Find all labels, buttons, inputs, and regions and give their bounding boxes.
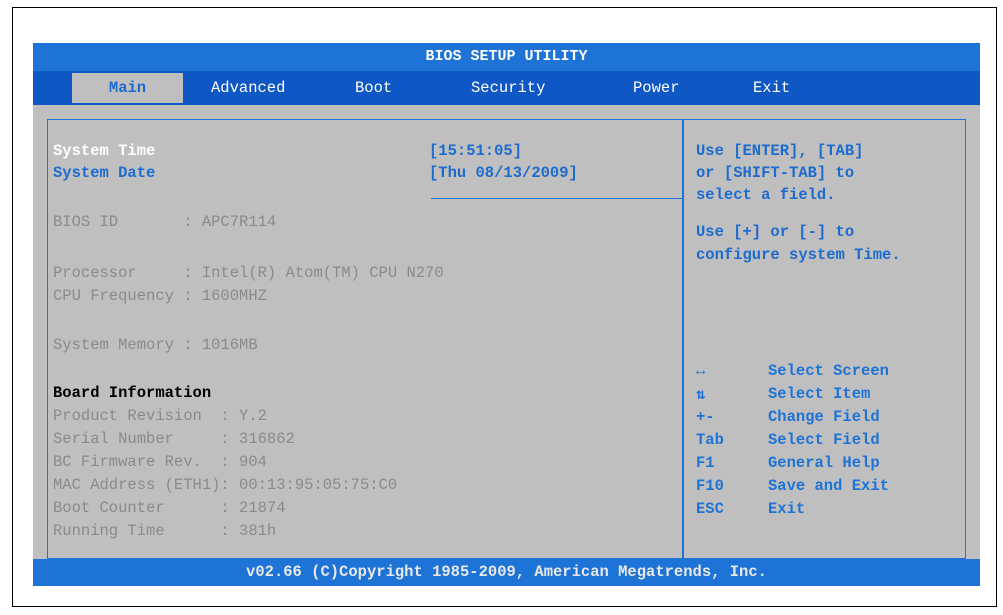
- key-desc-change-field: Change Field: [768, 408, 880, 426]
- footer-bar: v02.66 (C)Copyright 1985-2009, American …: [33, 559, 980, 586]
- tab-advanced[interactable]: Advanced: [211, 73, 285, 103]
- key-plus-minus: +-: [696, 408, 715, 426]
- tab-main[interactable]: Main: [72, 73, 183, 103]
- product-revision-row: Product Revision : Y.2: [53, 407, 267, 425]
- bc-firmware-row: BC Firmware Rev. : 904: [53, 453, 267, 471]
- key-esc: ESC: [696, 500, 724, 518]
- system-time-label[interactable]: System Time: [53, 142, 155, 160]
- tab-boot[interactable]: Boot: [355, 73, 392, 103]
- help-line: configure system Time.: [696, 246, 901, 264]
- cpu-frequency-row: CPU Frequency : 1600MHZ: [53, 287, 267, 305]
- key-f1: F1: [696, 454, 715, 472]
- processor-row: Processor : Intel(R) Atom(TM) CPU N270: [53, 264, 444, 282]
- key-desc-exit: Exit: [768, 500, 806, 518]
- key-f10: F10: [696, 477, 724, 495]
- left-right-arrow-icon: ↔: [696, 362, 706, 380]
- help-line: Use [+] or [-] to: [696, 223, 855, 241]
- title-bar: BIOS SETUP UTILITY: [33, 43, 980, 71]
- key-tab: Tab: [696, 431, 724, 449]
- up-down-arrow-icon: ⇅: [696, 386, 706, 404]
- bios-setup-window: BIOS SETUP UTILITY Main Advanced Boot Se…: [33, 43, 980, 586]
- help-line: select a field.: [696, 186, 836, 204]
- copyright-text: v02.66 (C)Copyright 1985-2009, American …: [246, 563, 767, 581]
- tab-security[interactable]: Security: [471, 73, 545, 103]
- mac-address-row: MAC Address (ETH1): 00:13:95:05:75:C0: [53, 476, 398, 494]
- system-memory-row: System Memory : 1016MB: [53, 336, 258, 354]
- system-date-label[interactable]: System Date: [53, 164, 155, 182]
- tab-power[interactable]: Power: [633, 73, 680, 103]
- board-information-heading: Board Information: [53, 384, 212, 402]
- system-date-value[interactable]: [Thu 08/13/2009]: [429, 164, 578, 182]
- tab-exit[interactable]: Exit: [753, 73, 790, 103]
- system-time-value[interactable]: [15:51:05]: [429, 142, 522, 160]
- key-desc-select-field: Select Field: [768, 431, 880, 449]
- help-line: or [SHIFT-TAB] to: [696, 164, 855, 182]
- help-line: Use [ENTER], [TAB]: [696, 142, 864, 160]
- boot-counter-row: Boot Counter : 21874: [53, 499, 286, 517]
- help-panel: Use [ENTER], [TAB] or [SHIFT-TAB] to sel…: [683, 119, 966, 559]
- key-desc-select-screen: Select Screen: [768, 362, 889, 380]
- bios-id-row: BIOS ID : APC7R114: [53, 213, 277, 231]
- main-panel: System Time [15:51:05] System Date [Thu …: [47, 119, 683, 559]
- key-desc-select-item: Select Item: [768, 385, 871, 403]
- serial-number-row: Serial Number : 316862: [53, 430, 295, 448]
- separator-line: [431, 198, 683, 199]
- tab-bar: Main Advanced Boot Security Power Exit: [33, 71, 980, 105]
- key-desc-general-help: General Help: [768, 454, 880, 472]
- running-time-row: Running Time : 381h: [53, 522, 277, 540]
- key-desc-save-and-exit: Save and Exit: [768, 477, 889, 495]
- window-title: BIOS SETUP UTILITY: [425, 48, 588, 65]
